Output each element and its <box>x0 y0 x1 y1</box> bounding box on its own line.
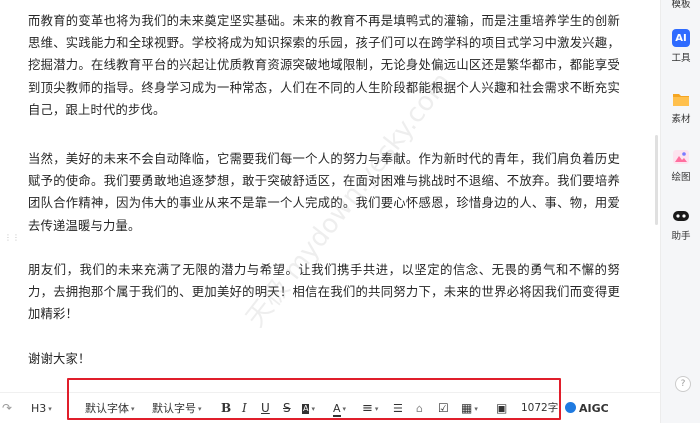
sidebar-item-materials[interactable]: 素材 <box>661 90 700 125</box>
table-icon: ▦ <box>461 401 473 415</box>
drag-handle-icon[interactable]: ⋮⋮ <box>4 234 20 246</box>
sidebar-item-label: 工具 <box>671 53 691 64</box>
chevron-down-icon: ▾ <box>342 405 347 413</box>
checkbox-icon: ☑ <box>438 401 449 415</box>
align-icon: ≡ <box>362 401 373 416</box>
chevron-down-icon: ▾ <box>48 405 52 413</box>
sidebar-item-label: 绘图 <box>671 172 691 183</box>
paragraph-effort[interactable]: 当然，美好的未来不会自动降临，它需要我们每一个人的努力与奉献。作为新时代的青年，… <box>28 148 620 237</box>
aigc-label: AIGC <box>579 402 609 415</box>
strikethrough-button[interactable]: S <box>283 393 291 424</box>
underline-button[interactable]: U <box>261 393 270 424</box>
image-button[interactable]: ▣ <box>496 393 507 424</box>
chevron-down-icon: ▾ <box>131 405 135 413</box>
paragraph-thanks[interactable]: 谢谢大家！ <box>28 348 620 370</box>
sidebar-item-assistant[interactable]: 助手 <box>661 207 700 242</box>
font-family-value: 默认字体 <box>85 402 129 415</box>
sidebar-item-label: 素材 <box>671 114 691 125</box>
chevron-down-icon: ▾ <box>198 405 202 413</box>
redo-button[interactable]: ↷ <box>2 393 12 424</box>
sidebar-item-tools[interactable]: AI 工具 <box>661 29 700 64</box>
robot-icon <box>672 207 690 225</box>
table-button[interactable]: ▦ ▾ <box>461 393 478 424</box>
bold-button[interactable]: B <box>221 393 231 424</box>
heading-select[interactable]: H3 ▾ <box>31 393 52 424</box>
font-size-select[interactable]: 默认字号 ▾ <box>152 393 202 424</box>
chevron-down-icon: ▾ <box>311 405 315 413</box>
font-size-value: 默认字号 <box>152 402 196 415</box>
sidebar-item-label: 助手 <box>671 231 691 242</box>
aigc-button[interactable]: AIGC <box>565 393 609 424</box>
align-button[interactable]: ≡ ▾ <box>362 393 378 424</box>
ai-icon: AI <box>672 29 690 47</box>
scrollbar[interactable] <box>655 135 658 225</box>
right-sidebar: 模板 AI 工具 素材 绘图 助手 <box>660 0 700 423</box>
font-color-button[interactable]: A ▾ <box>333 393 346 424</box>
italic-button[interactable]: I <box>242 393 247 424</box>
word-count: 1072字 <box>521 402 559 414</box>
chevron-down-icon: ▾ <box>474 405 478 413</box>
aigc-icon <box>565 402 576 413</box>
bottom-toolbar: ↷ H3 ▾ 默认字体 ▾ 默认字号 ▾ B I U S A ▾ A ▾ ≡ ▾ ☰ ⌂ ☑… <box>0 392 660 424</box>
paragraph-future[interactable]: 朋友们，我们的未来充满了无限的潜力与希望。让我们携手共进，以坚定的信念、无畏的勇… <box>28 259 620 326</box>
list-button[interactable]: ☰ <box>393 393 403 424</box>
heading-value: H3 <box>31 402 47 415</box>
folder-icon <box>672 90 690 108</box>
clear-format-button[interactable]: ⌂ <box>416 393 423 424</box>
checklist-button[interactable]: ☑ <box>438 393 449 424</box>
eraser-icon: ⌂ <box>416 402 423 415</box>
font-color-icon: A <box>333 402 341 417</box>
background-color-button[interactable]: A ▾ <box>302 393 315 424</box>
paragraph-education[interactable]: 而教育的变革也将为我们的未来奠定坚实基础。未来的教育不再是填鸭式的灌输，而是注重… <box>28 10 620 121</box>
image-icon <box>672 148 690 166</box>
chevron-down-icon: ▾ <box>374 405 379 413</box>
list-icon: ☰ <box>393 402 403 415</box>
font-family-select[interactable]: 默认字体 ▾ <box>85 393 135 424</box>
editor-document[interactable]: 而教育的变革也将为我们的未来奠定坚实基础。未来的教育不再是填鸭式的灌输，而是注重… <box>0 0 660 423</box>
sidebar-item-template-label[interactable]: 模板 <box>661 0 700 10</box>
image-icon: ▣ <box>496 401 508 415</box>
highlight-icon: A <box>302 404 310 414</box>
sidebar-item-drawing[interactable]: 绘图 <box>661 148 700 183</box>
help-button[interactable]: ? <box>675 376 691 392</box>
